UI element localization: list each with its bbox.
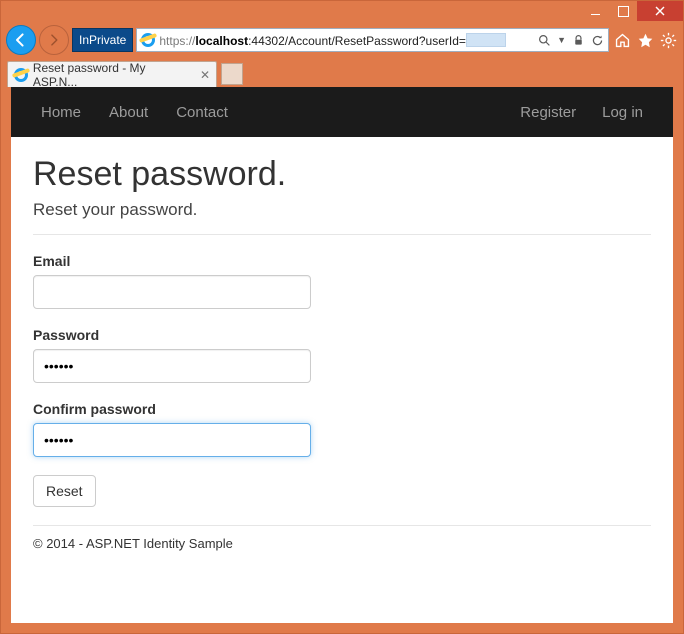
- password-label: Password: [33, 327, 651, 343]
- page-title: Reset password.: [33, 155, 651, 194]
- window-titlebar: [1, 1, 683, 23]
- browser-tab[interactable]: Reset password - My ASP.N... ✕: [7, 61, 217, 87]
- nav-register[interactable]: Register: [520, 104, 576, 121]
- url-query-value-redacted: xxxxx: [466, 33, 506, 47]
- tab-strip: Reset password - My ASP.N... ✕: [1, 57, 683, 87]
- browser-toolbar: InPrivate https://localhost:44302/Accoun…: [1, 23, 683, 57]
- inprivate-badge: InPrivate: [72, 28, 133, 52]
- page-viewport: Home About Contact Register Log in Reset…: [11, 87, 673, 623]
- confirm-password-input[interactable]: [33, 423, 311, 457]
- window-minimize-button[interactable]: [581, 1, 609, 21]
- dropdown-icon[interactable]: ▼: [557, 35, 566, 45]
- address-bar-controls: ▼: [538, 34, 604, 47]
- forward-button[interactable]: [39, 25, 69, 55]
- divider: [33, 234, 651, 235]
- email-input[interactable]: [33, 275, 311, 309]
- field-confirm-password: Confirm password: [33, 401, 651, 457]
- site-navbar: Home About Contact Register Log in: [11, 87, 673, 137]
- tab-title: Reset password - My ASP.N...: [33, 61, 191, 89]
- new-tab-button[interactable]: [221, 63, 243, 85]
- ie-favicon-icon: [141, 33, 155, 47]
- address-bar[interactable]: https://localhost:44302/Account/ResetPas…: [136, 28, 609, 52]
- reset-button[interactable]: Reset: [33, 475, 96, 507]
- page-subtitle: Reset your password.: [33, 200, 651, 220]
- window-close-button[interactable]: [637, 1, 683, 21]
- lock-icon: [572, 34, 585, 47]
- back-button[interactable]: [6, 25, 36, 55]
- field-email: Email: [33, 253, 651, 309]
- nav-about[interactable]: About: [109, 104, 148, 121]
- page-content: Reset password. Reset your password. Ema…: [11, 137, 673, 563]
- refresh-icon[interactable]: [591, 34, 604, 47]
- home-button[interactable]: [612, 32, 632, 49]
- tab-favicon-icon: [14, 68, 28, 82]
- footer-text: © 2014 - ASP.NET Identity Sample: [33, 536, 651, 551]
- field-password: Password: [33, 327, 651, 383]
- search-icon[interactable]: [538, 34, 551, 47]
- confirm-password-label: Confirm password: [33, 401, 651, 417]
- nav-login[interactable]: Log in: [602, 104, 643, 121]
- email-label: Email: [33, 253, 651, 269]
- tab-close-icon[interactable]: ✕: [200, 68, 210, 82]
- footer-divider: [33, 525, 651, 526]
- favorites-button[interactable]: [635, 32, 655, 49]
- nav-contact[interactable]: Contact: [176, 104, 228, 121]
- password-input[interactable]: [33, 349, 311, 383]
- window-maximize-button[interactable]: [609, 1, 637, 21]
- url-text: https://localhost:44302/Account/ResetPas…: [159, 33, 534, 48]
- tools-button[interactable]: [658, 32, 678, 49]
- nav-home[interactable]: Home: [41, 104, 81, 121]
